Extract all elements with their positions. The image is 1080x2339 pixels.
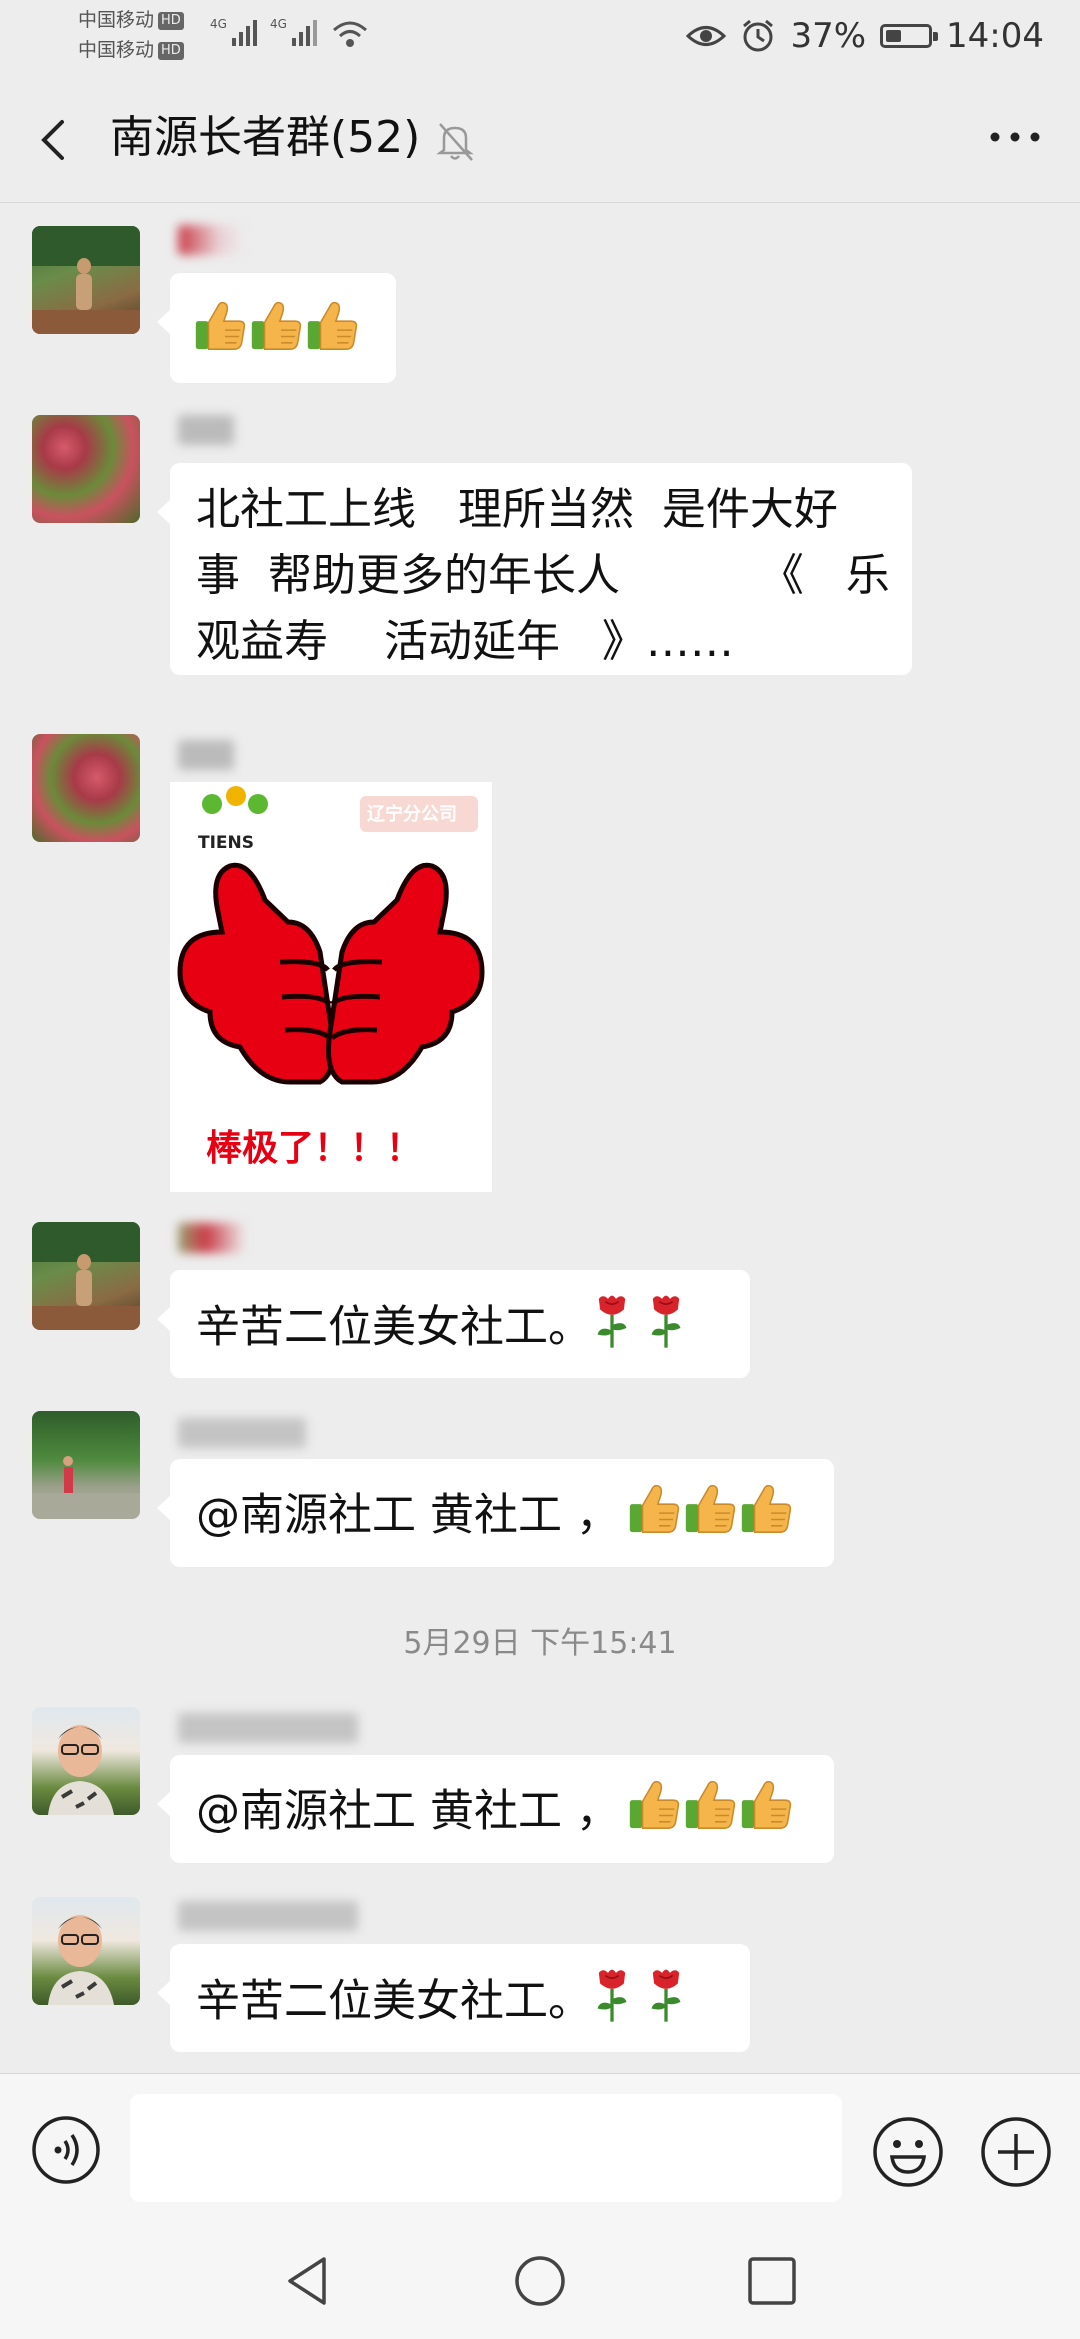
avatar[interactable] [32, 1707, 140, 1815]
emoji-icon[interactable] [870, 2114, 946, 2190]
sender-name-blurred [178, 1223, 246, 1253]
thumbs-up-emoji [682, 1480, 738, 1555]
thumbs-up-emoji [626, 1776, 682, 1851]
rose-emoji [646, 1291, 686, 1368]
message-text: @南源社工 黄社工 ， [196, 1489, 620, 1541]
muted-bell-icon [436, 123, 474, 161]
timestamp-divider: 5月29日 下午15:41 [403, 1626, 677, 1661]
message-text: @南源社工 黄社工 ， [196, 1785, 620, 1837]
eye-icon [686, 26, 727, 46]
thumbs-up-emoji [738, 1776, 794, 1851]
thumbs-up-emoji [248, 297, 304, 372]
message-text: 辛苦二位美女社工。 [196, 1301, 592, 1353]
avatar[interactable] [32, 226, 140, 334]
sender-name-blurred [178, 1901, 358, 1931]
sender-name-blurred [178, 225, 246, 255]
clock: 14:04 [946, 16, 1044, 56]
chat-message-list[interactable]: 北社工上线 理所当然 是件大好 事 帮助更多的年长人 《 乐 观益寿 活动延年 … [0, 203, 1080, 2073]
carrier-1: 中国移动 [78, 9, 155, 31]
wifi-icon [333, 21, 367, 47]
thumbs-up-emoji [738, 1480, 794, 1555]
avatar[interactable] [32, 1222, 140, 1330]
brand-text: TIENS [198, 833, 254, 853]
battery-icon [880, 24, 939, 48]
message-bubble[interactable]: 北社工上线 理所当然 是件大好 事 帮助更多的年长人 《 乐 观益寿 活动延年 … [157, 463, 912, 675]
nav-home-icon[interactable] [510, 2251, 570, 2311]
avatar[interactable] [32, 415, 140, 523]
rose-emoji [592, 1965, 632, 2042]
message-input[interactable] [130, 2094, 842, 2202]
badge-text: 辽宁分公司 [367, 803, 457, 825]
carrier-label-2: 中国移动 HD [78, 38, 184, 62]
rose-emoji [592, 1291, 632, 1368]
thumbs-up-emoji [626, 1480, 682, 1555]
network-type-2: 4G [270, 17, 287, 31]
message-input-bar [0, 2073, 1080, 2222]
avatar-photo [32, 226, 140, 334]
more-dots-icon[interactable] [980, 112, 1050, 162]
sender-name-blurred [178, 740, 234, 770]
message-bubble[interactable]: @南源社工 黄社工 ， [157, 1755, 834, 1863]
voice-icon[interactable] [30, 2114, 102, 2186]
message-bubble[interactable]: @南源社工 黄社工 ， [157, 1459, 834, 1567]
plus-icon[interactable] [978, 2114, 1054, 2190]
thumbs-up-emoji [682, 1776, 738, 1851]
message-bubble[interactable]: 辛苦二位美女社工。 [157, 1270, 750, 1378]
thumbs-up-emoji [304, 297, 360, 372]
sender-name-blurred [178, 1418, 306, 1448]
avatar[interactable] [32, 1411, 140, 1519]
hd-badge-1: HD [158, 11, 184, 30]
chat-header: 南源长者群(52) [0, 70, 1080, 203]
avatar[interactable] [32, 1897, 140, 2005]
message-text-line: 观益寿 活动延年 》…… [196, 616, 734, 667]
carrier-2: 中国移动 [78, 39, 155, 61]
message-bubble[interactable] [157, 273, 396, 383]
thumbs-up-emoji [192, 297, 248, 372]
chat-title: 南源长者群(52) [110, 112, 421, 163]
battery-percent: 37% [790, 16, 867, 56]
hd-badge-2: HD [158, 41, 184, 60]
back-arrow-icon[interactable] [30, 110, 80, 170]
alarm-icon [743, 19, 774, 52]
avatar-photo [48, 1915, 114, 2005]
avatar-photo [32, 1222, 140, 1330]
message-text-line: 北社工上线 理所当然 是件大好 [196, 484, 838, 535]
message-text: 辛苦二位美女社工。 [196, 1975, 592, 2027]
status-right: 37% 14:04 [686, 14, 1044, 58]
status-bar: 中国移动 HD 中国移动 HD 4G 4G 37% 14:04 [0, 0, 1080, 70]
rose-emoji [646, 1965, 686, 2042]
nav-back-icon[interactable] [278, 2251, 338, 2311]
network-type-1: 4G [210, 17, 227, 31]
sticker-image[interactable]: TIENS 辽宁分公司 棒极了！！！ [170, 782, 492, 1192]
thumbs-up-sticker: TIENS 辽宁分公司 棒极了！！！ [170, 782, 492, 1192]
message-text-line: 事 帮助更多的年长人 《 乐 [196, 550, 890, 601]
message-bubble[interactable]: 辛苦二位美女社工。 [157, 1944, 750, 2052]
carrier-label-1: 中国移动 HD [78, 8, 184, 32]
sender-name-blurred [178, 415, 234, 445]
avatar[interactable] [32, 734, 140, 842]
avatar-photo [32, 1456, 140, 1519]
sender-name-blurred [178, 1713, 358, 1743]
sticker-caption: 棒极了！！！ [206, 1128, 422, 1169]
system-nav-bar [0, 2221, 1080, 2339]
nav-recents-icon[interactable] [742, 2251, 802, 2311]
avatar-photo [48, 1725, 114, 1815]
